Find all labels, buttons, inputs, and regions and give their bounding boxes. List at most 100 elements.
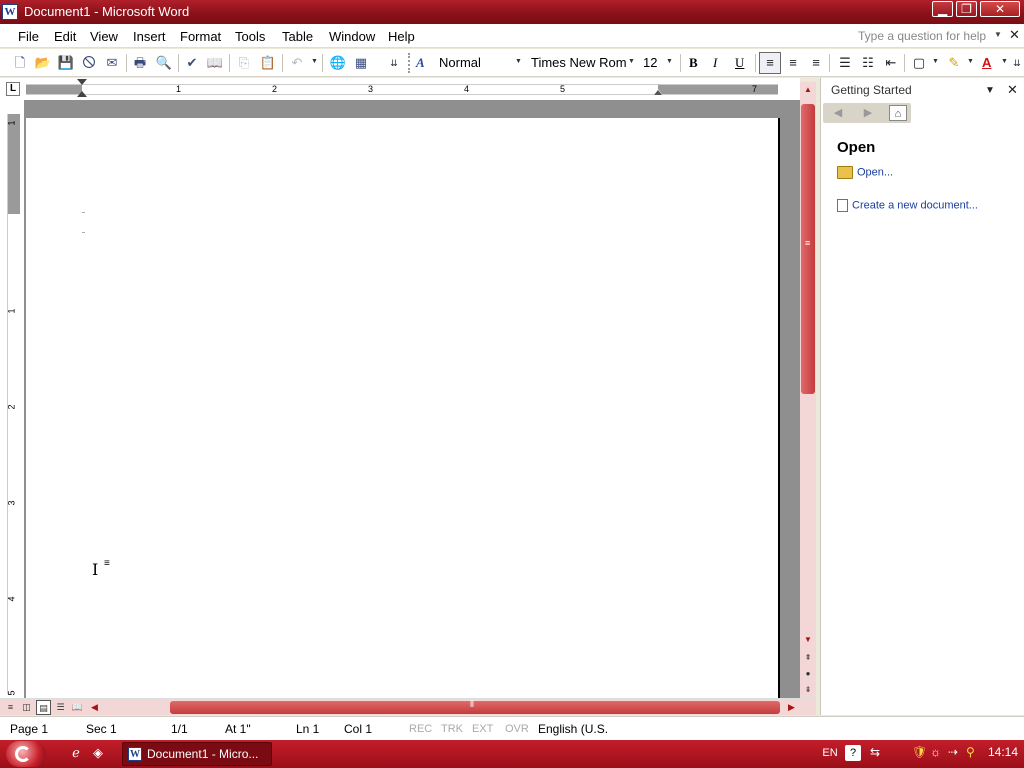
document-close-icon[interactable]: ✕ — [1009, 27, 1020, 43]
style-dropdown-icon[interactable]: ▼ — [515, 58, 522, 65]
help-dropdown-arrow-icon[interactable]: ▼ — [994, 30, 1002, 39]
save-icon[interactable]: 💾 — [56, 53, 76, 73]
first-line-indent-marker[interactable] — [77, 79, 87, 85]
scroll-up-icon[interactable]: ▲ — [800, 82, 816, 98]
select-browse-object-icon[interactable]: ● — [800, 666, 816, 682]
menu-format[interactable]: Format — [180, 29, 221, 44]
decrease-indent-icon[interactable]: ⇤ — [881, 53, 901, 73]
open-link[interactable]: Open... — [837, 166, 893, 179]
italic-button[interactable]: I — [713, 55, 717, 71]
vertical-scrollbar[interactable]: ▲ ≡ ▼ ⇞ ● ⇟ — [800, 82, 816, 698]
borders-icon[interactable]: ▢ — [909, 53, 929, 73]
help-tray-icon[interactable]: ? — [845, 745, 861, 761]
taskbar-word-document[interactable]: W Document1 - Micro... — [122, 742, 272, 766]
security-shield-icon[interactable]: 🛡 — [912, 745, 927, 759]
toolbar-grip[interactable] — [408, 53, 416, 73]
styles-formatting-icon[interactable]: A — [416, 55, 425, 71]
create-new-document-label[interactable]: Create a new document... — [852, 199, 978, 211]
connection-tray-icon[interactable]: ⇢ — [948, 745, 958, 759]
web-layout-view-icon[interactable]: ◫ — [19, 700, 34, 715]
task-pane-close-icon[interactable]: ✕ — [1007, 82, 1018, 98]
task-pane-menu-icon[interactable]: ▼ — [985, 85, 995, 96]
toolbar-options-icon[interactable]: ⇊ — [1011, 53, 1023, 73]
toolbar-options-icon[interactable]: ⇊ — [388, 53, 400, 73]
status-ovr[interactable]: OVR — [505, 723, 529, 735]
brightness-tray-icon[interactable]: ☼ — [930, 745, 941, 759]
outline-view-icon[interactable]: ☰ — [53, 700, 68, 715]
menu-view[interactable]: View — [90, 29, 118, 44]
font-dropdown-icon[interactable]: ▼ — [628, 58, 635, 65]
menu-insert[interactable]: Insert — [133, 29, 166, 44]
hyperlink-globe-icon[interactable]: 🌐 — [328, 53, 348, 73]
bold-button[interactable]: B — [689, 55, 698, 71]
status-language[interactable]: English (U.S. — [538, 722, 608, 736]
numbering-icon[interactable]: ☰ — [835, 53, 855, 73]
internet-explorer-icon[interactable]: ℯ — [68, 745, 84, 761]
font-color-icon[interactable]: A — [982, 55, 991, 70]
style-select[interactable]: Normal — [439, 55, 481, 70]
font-size-select[interactable]: 12 — [643, 55, 657, 70]
bullets-icon[interactable]: ☷ — [858, 53, 878, 73]
horizontal-ruler[interactable]: L 1 2 3 4 5 7 — [0, 78, 800, 100]
language-indicator[interactable]: EN — [822, 745, 838, 761]
menu-tools[interactable]: Tools — [235, 29, 265, 44]
font-color-dropdown-icon[interactable]: ▼ — [1001, 58, 1008, 65]
print-layout-view-icon[interactable]: ▤ — [36, 700, 51, 715]
print-icon[interactable]: 🖶 — [130, 53, 150, 73]
align-right-icon[interactable]: ≡ — [806, 53, 826, 73]
hanging-indent-marker[interactable] — [77, 91, 87, 97]
status-trk[interactable]: TRK — [441, 723, 463, 735]
next-page-icon[interactable]: ⇟ — [800, 682, 816, 698]
search-tray-icon[interactable]: ⚲ — [966, 745, 975, 759]
highlight-dropdown-icon[interactable]: ▼ — [967, 58, 974, 65]
status-ext[interactable]: EXT — [472, 723, 493, 735]
open-link-label[interactable]: Open... — [857, 166, 893, 178]
insert-table-icon[interactable]: ▦ — [351, 53, 371, 73]
home-icon[interactable]: ⌂ — [889, 105, 907, 121]
start-button[interactable] — [6, 741, 46, 767]
print-preview-icon[interactable]: 🔍 — [154, 53, 174, 73]
research-icon[interactable]: 📖 — [205, 53, 225, 73]
align-center-icon[interactable]: ≡ — [783, 53, 803, 73]
ruler-bar[interactable] — [26, 84, 778, 95]
tab-selector[interactable]: L — [6, 82, 20, 96]
undo-dropdown-icon[interactable]: ▼ — [311, 58, 318, 65]
document-area[interactable]: I ≡ — [24, 100, 800, 698]
document-page[interactable]: I ≡ — [26, 118, 780, 698]
help-question-box[interactable]: Type a question for help — [858, 29, 986, 43]
menu-file[interactable]: File — [18, 29, 39, 44]
new-document-icon[interactable]: 🗋 — [10, 53, 30, 73]
vertical-ruler[interactable]: 1 1 2 3 4 5 — [0, 100, 24, 698]
undo-icon[interactable]: ↶ — [287, 53, 307, 73]
maximize-icon[interactable]: ❐ — [956, 1, 977, 17]
previous-page-icon[interactable]: ⇞ — [800, 650, 816, 666]
scroll-right-icon[interactable]: ▶ — [784, 700, 799, 715]
reading-layout-view-icon[interactable]: 📖 — [70, 700, 85, 715]
scroll-down-icon[interactable]: ▼ — [800, 632, 816, 648]
close-icon[interactable]: ✕ — [980, 1, 1020, 17]
spelling-icon[interactable]: ✔ — [182, 53, 202, 73]
network-tray-icon[interactable]: ⇆ — [870, 745, 880, 759]
permission-icon[interactable]: 🛇 — [79, 53, 99, 73]
task-pane-title[interactable]: Getting Started — [831, 83, 912, 97]
vertical-scroll-thumb[interactable]: ≡ — [801, 104, 815, 394]
font-size-dropdown-icon[interactable]: ▼ — [666, 58, 673, 65]
menu-window[interactable]: Window — [329, 29, 375, 44]
horizontal-scrollbar[interactable]: ≡ ◫ ▤ ☰ 📖 ◀ ⦀ ▶ — [0, 698, 816, 715]
back-icon[interactable]: ◀ — [829, 105, 847, 121]
highlight-icon[interactable]: ✎ — [944, 53, 964, 73]
clock[interactable]: 14:14 — [988, 745, 1018, 759]
underline-button[interactable]: U — [735, 55, 744, 71]
menu-help[interactable]: Help — [388, 29, 415, 44]
menu-table[interactable]: Table — [282, 29, 313, 44]
borders-dropdown-icon[interactable]: ▼ — [932, 58, 939, 65]
create-new-document-link[interactable]: Create a new document... — [837, 199, 978, 212]
forward-icon[interactable]: ▶ — [859, 105, 877, 121]
scroll-left-icon[interactable]: ◀ — [87, 700, 102, 715]
horizontal-scroll-thumb[interactable]: ⦀ — [170, 699, 780, 714]
minimize-icon[interactable]: ▁ — [932, 1, 953, 17]
font-select[interactable]: Times New Rom — [531, 55, 627, 70]
status-rec[interactable]: REC — [409, 723, 432, 735]
normal-view-icon[interactable]: ≡ — [3, 700, 18, 715]
copy-icon[interactable]: ⎘ — [234, 53, 254, 73]
